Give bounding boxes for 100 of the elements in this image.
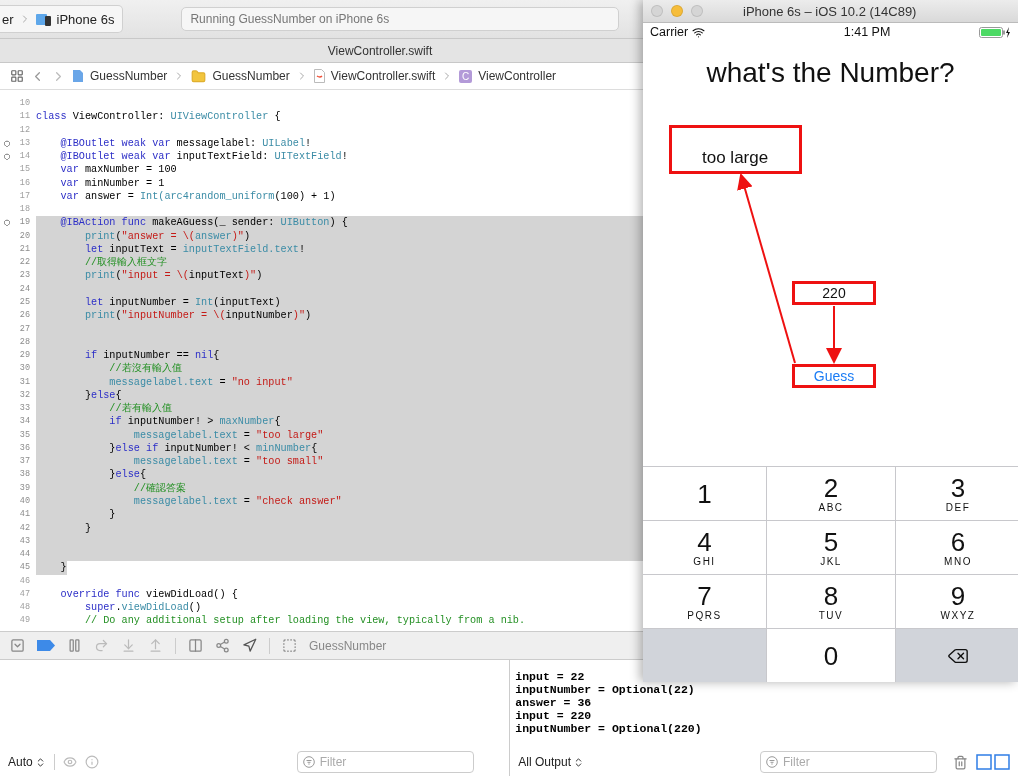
keypad-key[interactable]: 1 bbox=[643, 467, 766, 520]
console-line: answer = 36 bbox=[515, 696, 593, 709]
guess-button[interactable]: Guess bbox=[792, 364, 876, 388]
line-number: 40 bbox=[18, 494, 30, 508]
console-line: input = 220 bbox=[515, 709, 593, 722]
line-number: 33 bbox=[18, 402, 30, 416]
keypad-key[interactable]: 3 DEF bbox=[896, 467, 1018, 520]
line-number: 32 bbox=[18, 388, 30, 402]
line-number: 39 bbox=[18, 481, 30, 495]
code-line: // Do any additional setup after loading the view, typically from a nib. bbox=[83, 614, 527, 628]
scheme-label: iPhone 6s bbox=[56, 11, 115, 27]
battery-icon bbox=[979, 26, 1011, 38]
step-over-icon[interactable] bbox=[94, 638, 109, 653]
memory-graph-icon[interactable] bbox=[215, 638, 230, 653]
line-number: 17 bbox=[18, 189, 30, 203]
line-number: 31 bbox=[18, 375, 30, 389]
line-number: 43 bbox=[18, 534, 30, 548]
line-number: 24 bbox=[18, 282, 30, 296]
keypad-key[interactable]: 6 MNO bbox=[896, 521, 1018, 574]
view-hierarchy-icon[interactable] bbox=[188, 638, 203, 653]
line-number: 42 bbox=[18, 521, 30, 535]
class-icon: C bbox=[459, 69, 473, 83]
scope-selector[interactable]: Auto bbox=[8, 755, 33, 769]
line-number: 30 bbox=[18, 362, 30, 376]
keypad-key[interactable]: 8 TUV bbox=[767, 575, 895, 628]
trash-icon[interactable] bbox=[953, 754, 968, 770]
keypad-key[interactable]: 7 PQRS bbox=[643, 575, 766, 628]
app-title: what's the Number? bbox=[705, 56, 956, 90]
line-number: 35 bbox=[18, 428, 30, 442]
swift-file-icon bbox=[313, 69, 325, 83]
output-selector[interactable]: All Output bbox=[518, 755, 571, 769]
grid-icon[interactable] bbox=[10, 69, 24, 83]
target-icon bbox=[282, 638, 297, 653]
delete-key[interactable] bbox=[896, 629, 1018, 682]
line-number: 49 bbox=[18, 614, 30, 628]
annotation-arrow bbox=[826, 305, 842, 364]
device-icon bbox=[35, 12, 52, 26]
line-number: 12 bbox=[18, 123, 30, 137]
code-line: super.viewDidLoad() bbox=[83, 601, 203, 615]
line-number: 46 bbox=[18, 574, 30, 588]
code-line: @IBOutlet weak var messagelabel: UILabel! bbox=[59, 136, 313, 151]
line-number: 11 bbox=[18, 110, 30, 124]
eye-icon[interactable] bbox=[62, 755, 77, 769]
line-number: 28 bbox=[18, 335, 30, 349]
keypad-key[interactable]: 5 JKL bbox=[767, 521, 895, 574]
number-input-field[interactable]: 220 bbox=[792, 281, 876, 305]
code-line: class ViewController: UIViewController { bbox=[36, 110, 282, 124]
window-title: iPhone 6s – iOS 10.2 (14C89) bbox=[743, 3, 917, 19]
scheme-label: er bbox=[2, 11, 14, 27]
line-number: 41 bbox=[18, 508, 30, 522]
line-number: 47 bbox=[18, 587, 30, 601]
code-line: override func viewDidLoad() { bbox=[59, 587, 239, 602]
status-time: 1:41 PM bbox=[843, 25, 891, 39]
line-number: 38 bbox=[18, 468, 30, 482]
console-line: inputNumber = Optional(220) bbox=[515, 722, 703, 735]
zoom-button[interactable] bbox=[691, 5, 703, 17]
code-line: var minNumber = 1 bbox=[59, 176, 166, 190]
line-number: 25 bbox=[18, 296, 30, 309]
breadcrumb-item[interactable]: ViewController bbox=[478, 69, 557, 83]
minimize-button[interactable] bbox=[671, 5, 683, 17]
close-button[interactable] bbox=[651, 5, 663, 17]
keypad-key[interactable]: 2 ABC bbox=[767, 467, 895, 520]
keypad-key[interactable]: 9 WXYZ bbox=[896, 575, 1018, 628]
scheme-selector[interactable]: er iPhone 6s bbox=[0, 5, 124, 33]
hide-panel-icon[interactable] bbox=[10, 638, 25, 653]
split-view-icon[interactable] bbox=[976, 754, 1010, 770]
keypad-key[interactable]: 4 GHI bbox=[643, 521, 766, 574]
app-file-icon bbox=[72, 69, 84, 83]
stepper-icon[interactable] bbox=[573, 756, 584, 768]
line-number: 44 bbox=[18, 548, 30, 562]
line-number: 29 bbox=[18, 349, 30, 363]
breadcrumb-item[interactable]: GuessNumber bbox=[90, 69, 168, 83]
pause-icon[interactable] bbox=[67, 638, 82, 653]
breadcrumb-item[interactable]: GuessNumber bbox=[212, 69, 290, 83]
line-number: 27 bbox=[18, 322, 30, 336]
line-number: 15 bbox=[18, 163, 30, 177]
code-line: var maxNumber = 100 bbox=[59, 163, 178, 177]
code-line: @IBOutlet weak var inputTextField: UITextField! bbox=[59, 150, 349, 164]
step-into-icon[interactable] bbox=[121, 638, 136, 653]
carrier-label: Carrier bbox=[650, 25, 689, 39]
console-line: input = 22 bbox=[515, 670, 586, 683]
breadcrumb-item[interactable]: ViewController.swift bbox=[330, 69, 436, 83]
activity-field: Running GuessNumber on iPhone 6s bbox=[181, 7, 620, 31]
console-line: inputNumber = Optional(22) bbox=[515, 683, 696, 696]
line-number: 37 bbox=[18, 455, 30, 469]
line-number: 26 bbox=[18, 309, 30, 323]
filter-icon bbox=[302, 756, 315, 768]
line-number: 48 bbox=[18, 601, 30, 615]
message-label: too large bbox=[669, 125, 802, 174]
line-number: 20 bbox=[18, 229, 30, 243]
breakpoint-icon[interactable] bbox=[37, 640, 55, 651]
line-number: 23 bbox=[18, 269, 30, 283]
info-icon[interactable] bbox=[84, 755, 99, 769]
step-out-icon[interactable] bbox=[148, 638, 163, 653]
line-number: 10 bbox=[18, 97, 30, 110]
line-number: 36 bbox=[18, 441, 30, 455]
line-number: 21 bbox=[18, 242, 30, 256]
tab-title[interactable]: ViewController.swift bbox=[327, 43, 433, 58]
location-icon[interactable] bbox=[242, 638, 257, 653]
keypad-key[interactable]: 0 bbox=[767, 629, 895, 682]
